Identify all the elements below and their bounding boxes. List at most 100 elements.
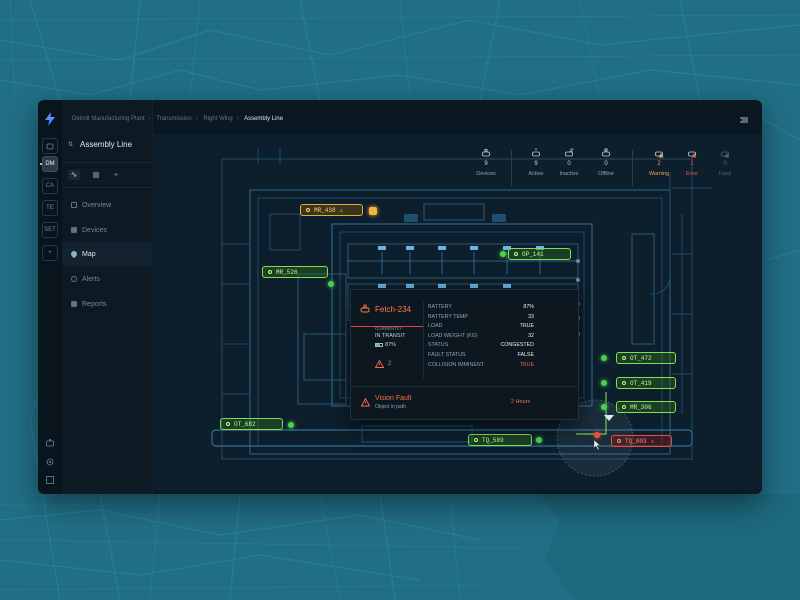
device-node-mr526[interactable] — [328, 281, 334, 287]
device-dot — [622, 356, 626, 360]
cursor-icon — [593, 440, 601, 450]
reports-icon — [71, 301, 77, 307]
nav-label: Devices — [82, 226, 107, 234]
device-node-mr438[interactable] — [369, 207, 377, 215]
device-name: Fetch-234 — [375, 305, 412, 314]
device-id: MR_306 — [630, 403, 652, 411]
nav-label: Overview — [82, 201, 112, 209]
robot-error-icon — [688, 151, 697, 158]
device-detail-popup[interactable]: Fetch-234 CURRENTLY IN TRANSIT 87% 2 BAT… — [350, 289, 579, 420]
device-details-table: BATTERY 87% BATTERY TEMP 33 LOAD TRUE LOAD … — [428, 304, 534, 371]
divider — [351, 386, 578, 387]
device-tag-tq589[interactable]: TQ_589 — [468, 434, 532, 446]
device-dot — [474, 438, 478, 442]
stat-value: 0 — [723, 161, 727, 167]
battery-value: 87% — [385, 342, 397, 348]
device-node-ot419[interactable] — [601, 380, 607, 386]
device-id: OT_682 — [234, 420, 256, 428]
expand-icon[interactable] — [45, 475, 55, 485]
nav-label: Reports — [82, 300, 107, 308]
device-node-op141[interactable] — [500, 251, 506, 257]
device-node-fetch234[interactable] — [594, 432, 600, 438]
device-id: MR_438 — [314, 206, 336, 214]
detail-row: BATTERY 87% — [428, 304, 534, 314]
nav-label: Map — [82, 250, 96, 258]
device-tag-mr526[interactable]: MR_526 — [262, 266, 328, 278]
rail-item-dm[interactable]: DM — [42, 156, 58, 172]
device-tag-op141[interactable]: OP_141 — [508, 248, 571, 260]
divider — [632, 150, 633, 186]
pin-view-icon[interactable]: ⌖ — [110, 170, 122, 180]
rail-item-ca[interactable]: CA — [42, 178, 58, 194]
detail-key: BATTERY — [428, 304, 452, 310]
robot-inactive-icon — [565, 148, 574, 157]
detail-value: TRUE — [519, 361, 534, 368]
detail-key: BATTERY TEMP — [428, 313, 468, 320]
device-dot — [617, 439, 621, 443]
sidebar: ⇅ Assembly Line ∿ ▦ ⌖ Overview Devices M… — [62, 100, 153, 494]
stat-label: Offline — [598, 171, 614, 177]
robot-icon — [360, 304, 370, 313]
detail-row: BATTERY TEMP 33 — [428, 314, 534, 324]
stat-label: Inactive — [559, 171, 579, 177]
breadcrumb-item[interactable]: Detroit Manufacturing Plant — [72, 116, 145, 122]
divider — [511, 150, 512, 186]
device-node-mr306[interactable] — [601, 404, 607, 410]
sidebar-item-map[interactable]: Map — [62, 242, 152, 266]
detail-row: STATUS CONGESTED — [428, 342, 534, 352]
robot-active-icon — [532, 148, 540, 157]
stat-inactive[interactable]: 0 Inactive — [549, 148, 589, 177]
menu-icon[interactable] — [740, 117, 748, 123]
detail-row: LOAD TRUE — [428, 323, 534, 333]
device-tag-mr438[interactable]: MR_438 ⚠ — [300, 204, 363, 216]
stat-offline[interactable]: 0 Offline — [586, 148, 626, 177]
rail-item-set[interactable]: SET — [42, 222, 58, 238]
device-tag-ot472[interactable]: OT_472 — [616, 352, 676, 364]
device-tag-ot682[interactable]: OT_682 — [220, 418, 283, 430]
sidebar-item-reports[interactable]: Reports — [62, 292, 152, 316]
device-node-ot472[interactable] — [601, 355, 607, 361]
breadcrumb-item[interactable]: Right Wing — [203, 116, 232, 122]
detail-value: 32 — [528, 332, 534, 339]
detail-value: 33 — [528, 313, 534, 320]
fault-time: 2 Hours — [511, 399, 531, 405]
alert-count: 2 — [388, 361, 392, 367]
map-pin-icon — [69, 249, 79, 259]
robot-offline-icon — [602, 148, 610, 157]
sidebar-item-overview[interactable]: Overview — [62, 193, 152, 217]
robot-icon[interactable] — [45, 438, 55, 448]
nav-label: Alerts — [82, 275, 100, 283]
device-tag-tq003[interactable]: TQ_003 ⚠ — [611, 435, 672, 447]
stat-fatal[interactable]: 0 Fatal — [705, 148, 745, 177]
device-tag-ot419[interactable]: OT_419 — [616, 377, 676, 389]
sidebar-item-devices[interactable]: Devices — [62, 218, 152, 242]
device-id: OT_419 — [630, 379, 652, 387]
device-id: OP_141 — [522, 250, 544, 258]
gear-icon[interactable] — [45, 457, 55, 467]
stat-label: Devices — [476, 171, 496, 177]
rail-item-te[interactable]: TE — [42, 200, 58, 216]
rail-add-button[interactable]: + — [42, 245, 58, 261]
robot-warning-icon — [655, 151, 664, 158]
stat-value: 0 — [567, 161, 571, 167]
breadcrumb-item[interactable]: Transmission — [156, 116, 191, 122]
device-node-ot682[interactable] — [288, 422, 294, 428]
device-node-tq589[interactable] — [536, 437, 542, 443]
device-dot — [514, 252, 518, 256]
detail-key: LOAD — [428, 323, 443, 330]
sort-icon: ⇅ — [68, 142, 74, 148]
stat-devices[interactable]: 9 Devices — [466, 148, 506, 177]
grid-view-icon[interactable]: ▦ — [90, 170, 102, 180]
sidebar-title: Assembly Line — [80, 140, 133, 149]
pulse-view-icon[interactable]: ∿ — [68, 170, 80, 180]
device-tag-mr306[interactable]: MR_306 — [616, 401, 676, 413]
sidebar-item-alerts[interactable]: Alerts — [62, 267, 152, 291]
device-id: MR_526 — [276, 268, 298, 276]
fault-description: Object in path — [375, 404, 406, 410]
rail-item-thumb[interactable] — [42, 138, 58, 154]
detail-row: FAULT STATUS FALSE — [428, 352, 534, 362]
warning-icon — [361, 398, 370, 407]
breadcrumb: Detroit Manufacturing Plant › Transmissio… — [72, 116, 284, 122]
detail-key: STATUS — [428, 342, 449, 349]
breadcrumb-current: Assembly Line — [244, 116, 284, 122]
